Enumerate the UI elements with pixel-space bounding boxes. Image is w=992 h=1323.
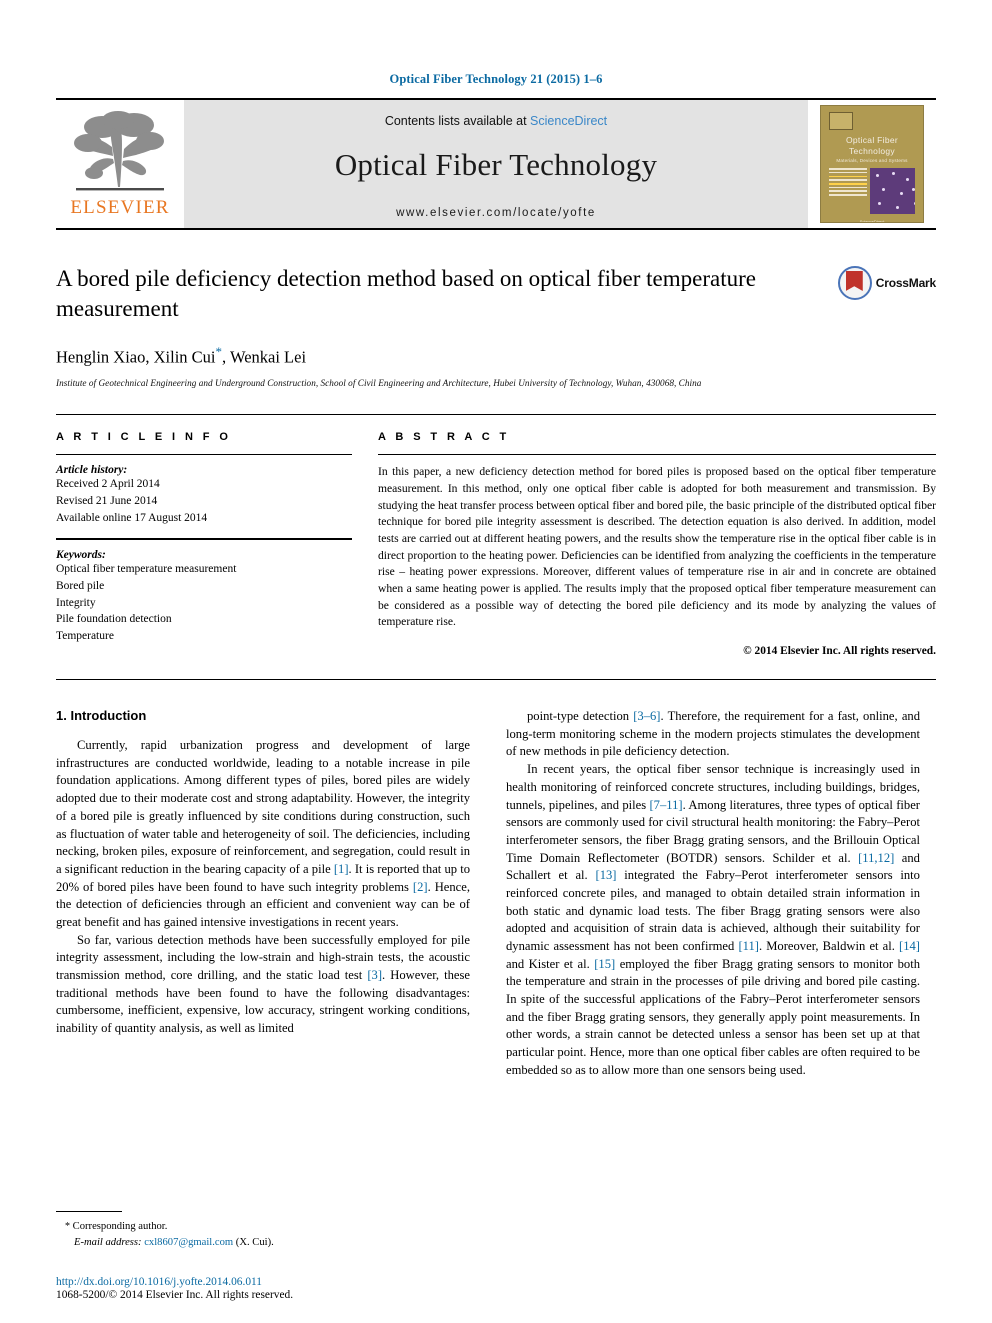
corresponding-author-note: * Corresponding author. — [56, 1219, 470, 1235]
abstract-column: A B S T R A C T In this paper, a new def… — [378, 431, 936, 657]
cover-title: Optical Fiber Technology — [845, 135, 899, 156]
masthead-center: Contents lists available at ScienceDirec… — [184, 100, 808, 228]
citation-reference[interactable]: [3] — [367, 968, 382, 982]
citation-reference[interactable]: [14] — [899, 939, 920, 953]
email-note: E-mail address: cxl8607@gmail.com (X. Cu… — [56, 1235, 470, 1251]
article-info-rule — [56, 454, 352, 456]
cover-publisher-mark — [829, 112, 853, 130]
citation-reference[interactable]: [13] — [596, 868, 617, 882]
body-column-left: 1. Introduction Currently, rapid urbaniz… — [56, 708, 470, 1079]
email-address-link[interactable]: cxl8607@gmail.com — [144, 1237, 233, 1248]
body-columns: 1. Introduction Currently, rapid urbaniz… — [56, 708, 936, 1079]
email-owner: (X. Cui). — [235, 1237, 274, 1249]
keyword-item: Pile foundation detection — [56, 613, 172, 626]
corresponding-author-text: Corresponding author. — [72, 1221, 168, 1233]
body-separator-rule — [56, 679, 936, 681]
info-abstract-section: A R T I C L E I N F O Article history: R… — [56, 414, 936, 657]
citation-reference[interactable]: [11] — [738, 939, 759, 953]
abstract-rule — [378, 454, 936, 456]
affiliation: Institute of Geotechnical Engineering an… — [56, 378, 702, 389]
crossmark-label: CrossMark — [875, 276, 936, 290]
cover-subtitle: Materials, Devices and Systems — [836, 158, 908, 164]
contents-available-line: Contents lists available at ScienceDirec… — [385, 114, 607, 128]
footnote-block: * Corresponding author. E-mail address: … — [56, 1211, 470, 1251]
keyword-item: Integrity — [56, 596, 96, 609]
article-info-heading: A R T I C L E I N F O — [56, 431, 232, 444]
keywords-rule — [56, 538, 352, 541]
running-head: Optical Fiber Technology 21 (2015) 1–6 — [389, 72, 603, 86]
paper-page: Optical Fiber Technology 21 (2015) 1–6 E… — [0, 0, 992, 1323]
citation-reference[interactable]: [3–6] — [633, 709, 660, 723]
journal-url[interactable]: www.elsevier.com/locate/yofte — [396, 207, 596, 219]
elsevier-tree-icon — [72, 111, 168, 197]
paragraph: Currently, rapid urbanization progress a… — [56, 738, 470, 929]
keyword-item: Temperature — [56, 629, 114, 642]
paragraph: So far, various detection methods have b… — [56, 932, 470, 1036]
citation-reference[interactable]: [15] — [594, 957, 615, 971]
keywords-label: Keywords: — [56, 549, 106, 562]
doi-link[interactable]: http://dx.doi.org/10.1016/j.yofte.2014.0… — [56, 1276, 536, 1288]
citation-reference[interactable]: [7–11] — [649, 798, 682, 812]
cover-graphic-icon — [870, 168, 915, 215]
article-info-column: A R T I C L E I N F O Article history: R… — [56, 431, 352, 657]
journal-title: Optical Fiber Technology — [334, 147, 658, 182]
crossmark-icon — [837, 266, 872, 300]
article-history-received: Received 2 April 2014 — [56, 478, 160, 491]
footer-doi-block: http://dx.doi.org/10.1016/j.yofte.2014.0… — [56, 1276, 536, 1301]
journal-cover-container: Optical Fiber Technology Materials, Devi… — [808, 100, 936, 228]
body-column-right: point-type detection [3–6]. Therefore, t… — [506, 708, 920, 1079]
authors-before-marker: Henglin Xiao, Xilin Cui — [56, 347, 216, 367]
cover-footer: ScienceDirect — [859, 219, 885, 223]
sciencedirect-link[interactable]: ScienceDirect — [530, 114, 607, 128]
author-list: Henglin Xiao, Xilin Cui*, Wenkai Lei — [56, 344, 816, 368]
paragraph: point-type detection [3–6]. Therefore, t… — [506, 709, 920, 759]
paragraph: In recent years, the optical fiber senso… — [506, 762, 920, 1077]
authors-after-marker: , Wenkai Lei — [222, 347, 307, 367]
contents-prefix-text: Contents lists available at — [384, 114, 531, 128]
abstract-text: In this paper, a new deficiency detectio… — [378, 465, 936, 629]
article-history-online: Available online 17 August 2014 — [56, 511, 208, 524]
email-address-label: E-mail address: — [74, 1237, 142, 1249]
section-heading-introduction: 1. Introduction — [56, 708, 147, 724]
cover-body — [829, 168, 915, 215]
keyword-item: Optical fiber temperature measurement — [56, 563, 237, 576]
crossmark-badge[interactable]: CrossMark — [837, 266, 936, 300]
abstract-copyright: © 2014 Elsevier Inc. All rights reserved… — [743, 645, 936, 658]
citation-reference[interactable]: [2] — [413, 880, 428, 894]
cover-topic-lines — [829, 168, 867, 214]
journal-masthead: ELSEVIER Contents lists available at Sci… — [56, 98, 936, 230]
title-block: A bored pile deficiency detection method… — [56, 264, 936, 388]
journal-cover-thumbnail[interactable]: Optical Fiber Technology Materials, Devi… — [820, 105, 924, 223]
elsevier-wordmark: ELSEVIER — [70, 197, 170, 218]
footnote-rule — [56, 1211, 122, 1213]
keyword-item: Bored pile — [56, 579, 105, 592]
article-history-label: Article history: — [56, 464, 128, 477]
article-title: A bored pile deficiency detection method… — [56, 266, 756, 322]
issn-copyright: 1068-5200/© 2014 Elsevier Inc. All right… — [56, 1289, 294, 1301]
publisher-logo: ELSEVIER — [56, 100, 184, 228]
citation-reference[interactable]: [11,12] — [858, 851, 894, 865]
article-history-revised: Revised 21 June 2014 — [56, 494, 158, 507]
footnote-star-marker: * — [65, 1221, 70, 1233]
citation-reference[interactable]: [1] — [334, 862, 349, 876]
abstract-heading: A B S T R A C T — [378, 431, 510, 444]
